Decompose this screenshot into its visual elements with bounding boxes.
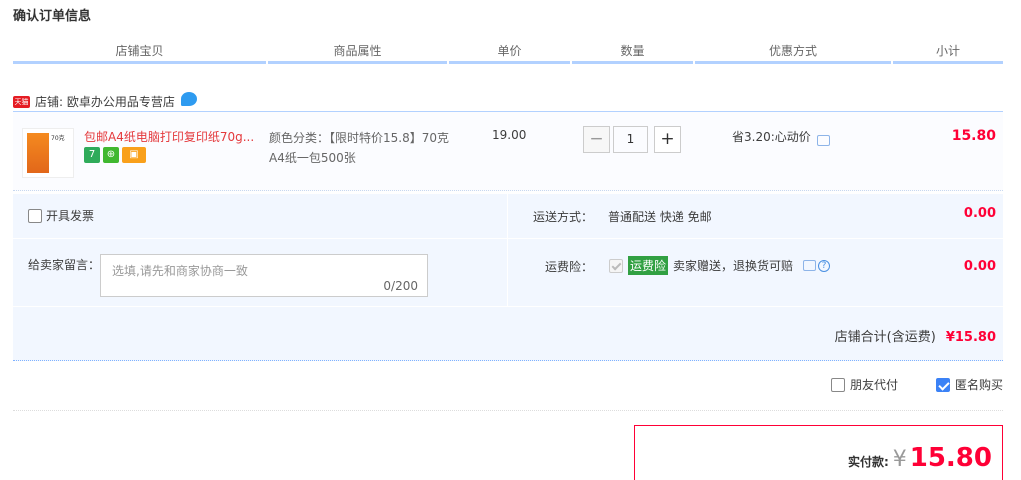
anonymous-purchase-label: 匿名购买	[954, 378, 1003, 392]
insurance-badge: 运费险	[628, 256, 669, 275]
product-box-image	[27, 133, 49, 173]
thumbnail-text: 70克	[51, 135, 65, 142]
product-thumbnail[interactable]: 70克	[22, 128, 74, 178]
service-badges: 7 ⊕ ▣	[84, 147, 146, 163]
quantity-increase-button[interactable]: +	[654, 126, 681, 153]
friend-pay-checkbox[interactable]	[830, 377, 845, 392]
insurance-label: 运费险：	[545, 260, 594, 274]
quantity-stepper: − 1 +	[583, 126, 681, 153]
product-attribute: 颜色分类：【限时特价15.8】70克A4纸一包500张	[269, 131, 449, 165]
promotion-text[interactable]: 省3.20:心动价	[732, 128, 811, 145]
product-title-link[interactable]: 包邮A4纸电脑打印复印纸70g...	[84, 128, 259, 145]
order-item-row: 70克 包邮A4纸电脑打印复印纸70g... 7 ⊕ ▣ 颜色分类：【限时特价1…	[13, 111, 1003, 191]
shop-info: 天猫 店铺: 欧卓办公用品专营店	[13, 91, 197, 110]
insurance-text: 卖家赠送，退换货可赔	[673, 259, 794, 273]
insurance-checkbox	[609, 258, 623, 273]
friend-pay-option[interactable]: 朋友代付	[830, 376, 898, 393]
horizontal-divider	[13, 306, 1003, 307]
help-icon[interactable]: ?	[818, 259, 831, 272]
invoice-label: 开具发票	[46, 209, 95, 223]
item-subtotal: 15.80	[951, 128, 996, 144]
invoice-checkbox[interactable]	[28, 208, 42, 223]
shipping-label: 运送方式：	[533, 210, 594, 224]
unit-price: 19.00	[492, 128, 527, 142]
column-header-unit-price: 单价	[449, 42, 570, 64]
shop-total-value: ¥15.80	[945, 330, 996, 345]
seven-day-return-icon[interactable]: 7	[84, 147, 100, 163]
payment-label: 实付款:	[847, 455, 889, 469]
wangwang-chat-icon[interactable]	[180, 91, 197, 106]
friend-pay-label: 朋友代付	[849, 378, 898, 392]
anonymous-purchase-option[interactable]: 匿名购买	[935, 376, 1003, 393]
comment-icon[interactable]	[803, 260, 817, 271]
quantity-input[interactable]: 1	[613, 126, 648, 153]
payment-amount: 15.80	[909, 443, 992, 473]
promotion-info: 省3.20:心动价	[732, 128, 830, 146]
anonymous-purchase-checkbox[interactable]	[935, 377, 950, 392]
payment-total: 实付款: ¥ 15.80	[848, 443, 992, 473]
insurance-info: 运费险 卖家赠送，退换货可赔 ?	[609, 256, 831, 275]
message-label: 给卖家留言：	[28, 258, 101, 272]
column-headers: 店铺宝贝 商品属性 单价 数量 优惠方式 小计	[13, 42, 1003, 64]
section-divider	[13, 410, 1003, 411]
credit-card-icon[interactable]: ▣	[122, 147, 146, 163]
seller-message-input[interactable]: 选填,请先和商家协商一致 0/200	[100, 254, 428, 297]
payment-summary-box: 实付款: ¥ 15.80	[634, 425, 1003, 480]
shop-total-label: 店铺合计(含运费)	[834, 330, 936, 345]
quantity-decrease-button[interactable]: −	[583, 126, 610, 153]
column-header-shop-item: 店铺宝贝	[13, 42, 266, 64]
currency-symbol: ¥	[892, 447, 907, 472]
payment-options: 朋友代付 匿名购买	[830, 376, 1003, 393]
invoice-option[interactable]: 开具发票	[28, 207, 94, 224]
shop-name[interactable]: 店铺: 欧卓办公用品专营店	[35, 93, 175, 110]
insurance-price: 0.00	[963, 259, 996, 274]
shop-total: 店铺合计(含运费) ¥15.80	[835, 326, 996, 345]
shipping-method: 普通配送 快递 免邮	[608, 210, 712, 224]
tmall-icon: 天猫	[13, 95, 30, 108]
vertical-divider	[507, 194, 508, 306]
guarantee-icon[interactable]: ⊕	[103, 147, 119, 163]
shipping-price: 0.00	[963, 206, 996, 221]
column-header-promotion: 优惠方式	[695, 42, 891, 64]
horizontal-divider	[13, 238, 1003, 239]
page-title: 确认订单信息	[13, 9, 92, 24]
order-extras-panel: 开具发票 运送方式： 普通配送 快递 免邮 0.00 给卖家留言： 选填,请先和…	[13, 194, 1003, 361]
message-char-count: 0/200	[383, 279, 418, 293]
column-header-attributes: 商品属性	[268, 42, 447, 64]
comment-icon[interactable]	[816, 135, 830, 146]
message-placeholder: 选填,请先和商家协商一致	[112, 264, 248, 278]
column-header-quantity: 数量	[572, 42, 693, 64]
column-header-subtotal: 小计	[893, 42, 1003, 64]
